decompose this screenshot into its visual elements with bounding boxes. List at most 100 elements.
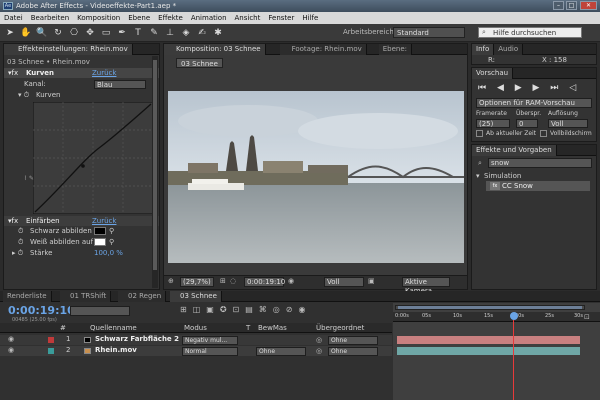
tab-composition[interactable]: Komposition: 03 Schnee bbox=[164, 44, 266, 55]
comp-subtab[interactable]: 03 Schnee bbox=[176, 58, 223, 68]
resolution-select-preview[interactable]: Voll bbox=[548, 119, 588, 128]
workspace-select[interactable]: Standard bbox=[393, 27, 465, 38]
menu-ebene[interactable]: Ebene bbox=[124, 12, 154, 24]
tab-layer[interactable]: Ebene: bbox=[378, 44, 413, 55]
curves-tool-icons[interactable]: ⌇ ✎ bbox=[24, 174, 34, 184]
rotate-tool-icon[interactable]: ↻ bbox=[52, 27, 64, 39]
timeline-switch-icons[interactable]: ⊞◫▣✪⊡▤⌘◎⊘◉ bbox=[180, 305, 380, 319]
playhead-handle[interactable] bbox=[510, 312, 518, 320]
brush-tool-icon[interactable]: ✎ bbox=[148, 27, 160, 39]
simulation-toggle-icon[interactable]: ▾ bbox=[476, 172, 480, 180]
fx-toggle-icon[interactable]: ▾fx bbox=[8, 68, 18, 78]
camera-select[interactable]: Aktive Kamera bbox=[402, 277, 450, 295]
roto-brush-tool-icon[interactable]: ✍ bbox=[196, 27, 208, 39]
layer2-parent-select[interactable]: Ohne bbox=[328, 347, 378, 356]
simulation-category[interactable]: Simulation bbox=[484, 172, 521, 180]
grid-icon[interactable]: ⊞ bbox=[220, 277, 226, 285]
work-area-bar[interactable] bbox=[395, 305, 585, 310]
tint-fx-toggle-icon[interactable]: ▾fx bbox=[8, 216, 18, 226]
menu-fenster[interactable]: Fenster bbox=[264, 12, 298, 24]
from-current-checkbox[interactable] bbox=[476, 130, 483, 137]
mask-tool-icon[interactable]: ▭ bbox=[100, 27, 112, 39]
menu-animation[interactable]: Animation bbox=[187, 12, 231, 24]
menu-bearbeiten[interactable]: Bearbeiten bbox=[27, 12, 73, 24]
tab-audio[interactable]: Audio bbox=[494, 44, 524, 55]
channel-select[interactable]: Blau bbox=[94, 80, 146, 89]
close-icon[interactable]: ✕ bbox=[580, 1, 597, 10]
puppet-tool-icon[interactable]: ✱ bbox=[212, 27, 224, 39]
menu-effekte[interactable]: Effekte bbox=[154, 12, 187, 24]
curves-graph[interactable] bbox=[33, 102, 153, 214]
effect-controls-scrollbar[interactable] bbox=[152, 56, 158, 288]
menu-ansicht[interactable]: Ansicht bbox=[231, 12, 265, 24]
current-time-display[interactable]: 0:00:19:10 bbox=[244, 277, 285, 287]
menu-datei[interactable]: Datei bbox=[0, 12, 27, 24]
hand-tool-icon[interactable]: ✋ bbox=[20, 27, 32, 39]
minimize-icon[interactable]: – bbox=[553, 1, 564, 10]
stamp-tool-icon[interactable]: ⊥ bbox=[164, 27, 176, 39]
maximize-icon[interactable]: □ bbox=[566, 1, 577, 10]
framerate-select[interactable]: (25) bbox=[476, 119, 510, 128]
selection-tool-icon[interactable]: ➤ bbox=[4, 27, 16, 39]
tab-02-regen[interactable]: 02 Regen bbox=[118, 291, 167, 302]
layer2-trkmat-select[interactable]: Ohne bbox=[256, 347, 306, 356]
skip-input[interactable]: 0 bbox=[516, 119, 538, 128]
black-eyedropper-icon[interactable]: ⚲ bbox=[109, 227, 121, 235]
tint-reset-link[interactable]: Zurück bbox=[92, 216, 116, 226]
eraser-tool-icon[interactable]: ◈ bbox=[180, 27, 192, 39]
layer1-label-color[interactable] bbox=[48, 337, 54, 343]
layer2-duration-bar[interactable] bbox=[397, 347, 580, 355]
layer2-mode-select[interactable]: Normal bbox=[182, 347, 238, 356]
layer2-eye-icon[interactable]: ◉ bbox=[8, 346, 14, 354]
layer1-parent-select[interactable]: Ohne bbox=[328, 336, 378, 345]
amount-toggle-icon[interactable]: ▸ ⏱ bbox=[12, 248, 23, 258]
layer1-duration-bar[interactable] bbox=[397, 336, 580, 344]
layer2-pickwhip-icon[interactable]: ◎ bbox=[316, 347, 322, 355]
region-of-interest-icon[interactable]: ▣ bbox=[368, 277, 375, 285]
tab-03-schnee[interactable]: 03 Schnee bbox=[170, 291, 222, 302]
fullscreen-checkbox[interactable] bbox=[540, 130, 547, 137]
ram-preview-options[interactable]: Optionen für RAM-Vorschau bbox=[476, 98, 592, 108]
tab-preview[interactable]: Vorschau bbox=[472, 68, 514, 79]
tab-footage[interactable]: Footage: Rhein.mov bbox=[279, 44, 367, 55]
resolution-select[interactable]: Voll bbox=[324, 277, 364, 287]
pen-tool-icon[interactable]: ✒ bbox=[116, 27, 128, 39]
pan-behind-tool-icon[interactable]: ✥ bbox=[84, 27, 96, 39]
black-color-swatch[interactable] bbox=[94, 227, 106, 235]
playback-controls[interactable]: ⏮ ◀ ▶ ▶ ⏭ ◁ bbox=[478, 82, 592, 94]
zoom-tool-icon[interactable]: 🔍 bbox=[36, 27, 48, 39]
layer1-pickwhip-icon[interactable]: ◎ bbox=[316, 336, 322, 344]
white-color-swatch[interactable] bbox=[94, 238, 106, 246]
menu-hilfe[interactable]: Hilfe bbox=[298, 12, 322, 24]
layer1-mode-select[interactable]: Negativ mul... bbox=[182, 336, 238, 345]
tab-effects-presets[interactable]: Effekte und Vorgaben bbox=[472, 145, 557, 156]
help-search-input[interactable]: Hilfe durchsuchen bbox=[478, 27, 582, 38]
curves-sub-toggle-icon[interactable]: ▾ ⏱ bbox=[18, 90, 29, 100]
tab-render-queue[interactable]: Renderliste bbox=[3, 291, 52, 302]
layer2-name[interactable]: Rhein.mov bbox=[95, 346, 137, 354]
layer1-eye-icon[interactable]: ◉ bbox=[8, 335, 14, 343]
layer1-name[interactable]: Schwarz Farbfläche 2 bbox=[95, 335, 179, 343]
tab-effect-controls[interactable]: Effekteinstellungen: Rhein.mov bbox=[4, 44, 133, 55]
comp-button-icon[interactable]: ⊡ bbox=[584, 313, 590, 321]
black-stopwatch-icon[interactable]: ⏱ bbox=[18, 226, 23, 236]
zoom-select[interactable]: (29,7%) bbox=[180, 277, 214, 287]
curves-reset-link[interactable]: Zurück bbox=[92, 68, 116, 78]
tab-info[interactable]: Info bbox=[472, 44, 495, 55]
tint-effect-name[interactable]: Einfärben bbox=[26, 216, 60, 226]
timeline-search-input[interactable] bbox=[70, 306, 130, 316]
camera-tool-icon[interactable]: ⎔ bbox=[68, 27, 80, 39]
layer2-label-color[interactable] bbox=[48, 348, 54, 354]
tab-01-trshift[interactable]: 01 TRShift bbox=[60, 291, 112, 302]
magnifier-icon[interactable]: ⊕ bbox=[168, 277, 174, 285]
composition-viewer[interactable] bbox=[168, 91, 464, 263]
cc-snow-item[interactable]: CC Snow bbox=[502, 182, 533, 190]
timeline-timecode[interactable]: 0:00:19:10 bbox=[8, 304, 75, 317]
effects-search-input[interactable]: snow bbox=[488, 158, 592, 168]
menu-komposition[interactable]: Komposition bbox=[73, 12, 124, 24]
mask-visibility-icon[interactable]: ◌ bbox=[230, 277, 236, 285]
snapshot-icon[interactable]: ◉ bbox=[288, 277, 294, 285]
playhead-line[interactable] bbox=[513, 320, 514, 400]
white-stopwatch-icon[interactable]: ⏱ bbox=[18, 237, 23, 247]
white-eyedropper-icon[interactable]: ⚲ bbox=[109, 238, 121, 246]
